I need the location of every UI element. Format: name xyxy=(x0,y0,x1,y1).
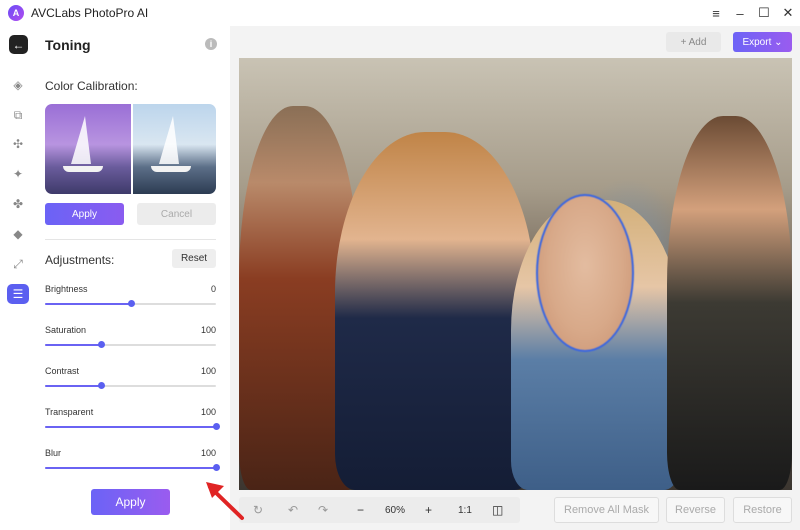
slider-label: Transparent xyxy=(45,407,94,417)
reset-button[interactable]: Reset xyxy=(172,249,216,268)
slider-track[interactable] xyxy=(45,423,220,430)
slider-label: Contrast xyxy=(45,366,80,376)
slider-value: 0 xyxy=(210,284,216,294)
slider-value: 100 xyxy=(200,325,216,335)
calibration-after-image xyxy=(130,104,216,194)
toning-panel: Toning i Color Calibration: Apply Cancel… xyxy=(36,26,230,530)
adjustments-label: Adjustments: xyxy=(45,253,115,267)
canvas-area: + Add Export ⌄ ↻ ↶ ↷ − 60% + 1:1 ◫ Remov… xyxy=(230,26,800,530)
replace-icon[interactable]: ⧉ xyxy=(10,107,26,123)
canvas-toolbar: ↻ ↶ ↷ − 60% + 1:1 ◫ xyxy=(239,497,520,523)
calibration-apply-button[interactable]: Apply xyxy=(45,203,124,225)
resize-icon[interactable]: ⤢ xyxy=(10,256,26,272)
divider xyxy=(45,239,216,240)
maximize-icon[interactable]: ☐ xyxy=(752,0,776,26)
color-calibration-label: Color Calibration: xyxy=(45,79,138,93)
rotate-icon[interactable]: ↻ xyxy=(253,502,263,518)
close-icon[interactable]: ✕ xyxy=(776,0,800,26)
slider-label: Saturation xyxy=(45,325,87,335)
slider-track[interactable] xyxy=(45,300,216,307)
remove-all-mask-button[interactable]: Remove All Mask xyxy=(554,497,659,523)
brightness-slider[interactable]: Brightness 0 xyxy=(45,284,216,312)
panel-title: Toning xyxy=(45,37,91,53)
actual-size-button[interactable]: 1:1 xyxy=(458,502,472,518)
slider-track[interactable] xyxy=(45,382,216,389)
tool-rail: ← ◈ ⧉ ✣ ✦ ✤ ◆ ⤢ ☰ xyxy=(0,26,36,530)
menu-icon[interactable]: ≡ xyxy=(704,0,728,26)
undo-icon[interactable]: ↶ xyxy=(288,502,298,518)
slider-value: 100 xyxy=(200,407,216,417)
slider-thumb[interactable] xyxy=(98,382,106,389)
toning-icon[interactable]: ☰ xyxy=(7,284,29,304)
zoom-out-icon[interactable]: − xyxy=(357,502,364,518)
slider-label: Brightness xyxy=(45,284,88,294)
zoom-in-icon[interactable]: + xyxy=(425,502,432,518)
app-title: AVCLabs PhotoPro AI xyxy=(31,6,149,20)
compare-icon[interactable]: ◫ xyxy=(492,502,503,518)
calibration-preview xyxy=(45,104,216,194)
slider-thumb[interactable] xyxy=(213,423,220,430)
chevron-down-icon: ⌄ xyxy=(774,36,783,48)
eraser-icon[interactable]: ◈ xyxy=(10,77,26,93)
photo-canvas[interactable] xyxy=(239,58,792,490)
slider-value: 100 xyxy=(200,448,216,458)
transparent-slider[interactable]: Transparent 100 xyxy=(45,407,220,435)
title-bar: A AVCLabs PhotoPro AI ≡ – ☐ ✕ xyxy=(0,0,800,26)
blurred-face-mask[interactable] xyxy=(536,194,634,352)
apply-button[interactable]: Apply xyxy=(91,489,170,515)
info-icon[interactable]: i xyxy=(205,38,217,50)
slider-track[interactable] xyxy=(45,341,216,348)
restore-button[interactable]: Restore xyxy=(733,497,792,523)
calibration-before-image xyxy=(45,104,131,194)
slider-thumb[interactable] xyxy=(213,464,220,471)
contrast-slider[interactable]: Contrast 100 xyxy=(45,366,216,394)
saturation-slider[interactable]: Saturation 100 xyxy=(45,325,216,353)
annotation-arrow-icon xyxy=(206,482,244,520)
calibration-cancel-button[interactable]: Cancel xyxy=(137,203,216,225)
reverse-button[interactable]: Reverse xyxy=(666,497,725,523)
add-button[interactable]: + Add xyxy=(666,32,721,52)
slider-thumb[interactable] xyxy=(127,300,135,307)
slider-track[interactable] xyxy=(45,464,220,471)
minimize-icon[interactable]: – xyxy=(728,0,752,26)
back-arrow-icon[interactable]: ← xyxy=(9,35,28,54)
zoom-level: 60% xyxy=(385,504,406,516)
export-button[interactable]: Export ⌄ xyxy=(733,32,792,52)
enhance-icon[interactable]: ✣ xyxy=(10,136,26,152)
slider-thumb[interactable] xyxy=(98,341,106,348)
redo-icon[interactable]: ↷ xyxy=(318,502,328,518)
sparkle-icon[interactable]: ✦ xyxy=(10,166,26,182)
slider-label: Blur xyxy=(45,448,62,458)
photo-person xyxy=(335,132,535,490)
window-controls: ≡ – ☐ ✕ xyxy=(704,0,800,26)
puzzle-icon[interactable]: ✤ xyxy=(10,196,26,212)
photo-person xyxy=(667,116,792,490)
slider-value: 100 xyxy=(200,366,216,376)
export-label: Export xyxy=(742,36,772,48)
fill-icon[interactable]: ◆ xyxy=(10,226,26,242)
app-logo-icon: A xyxy=(8,5,24,21)
blur-slider[interactable]: Blur 100 xyxy=(45,448,220,476)
